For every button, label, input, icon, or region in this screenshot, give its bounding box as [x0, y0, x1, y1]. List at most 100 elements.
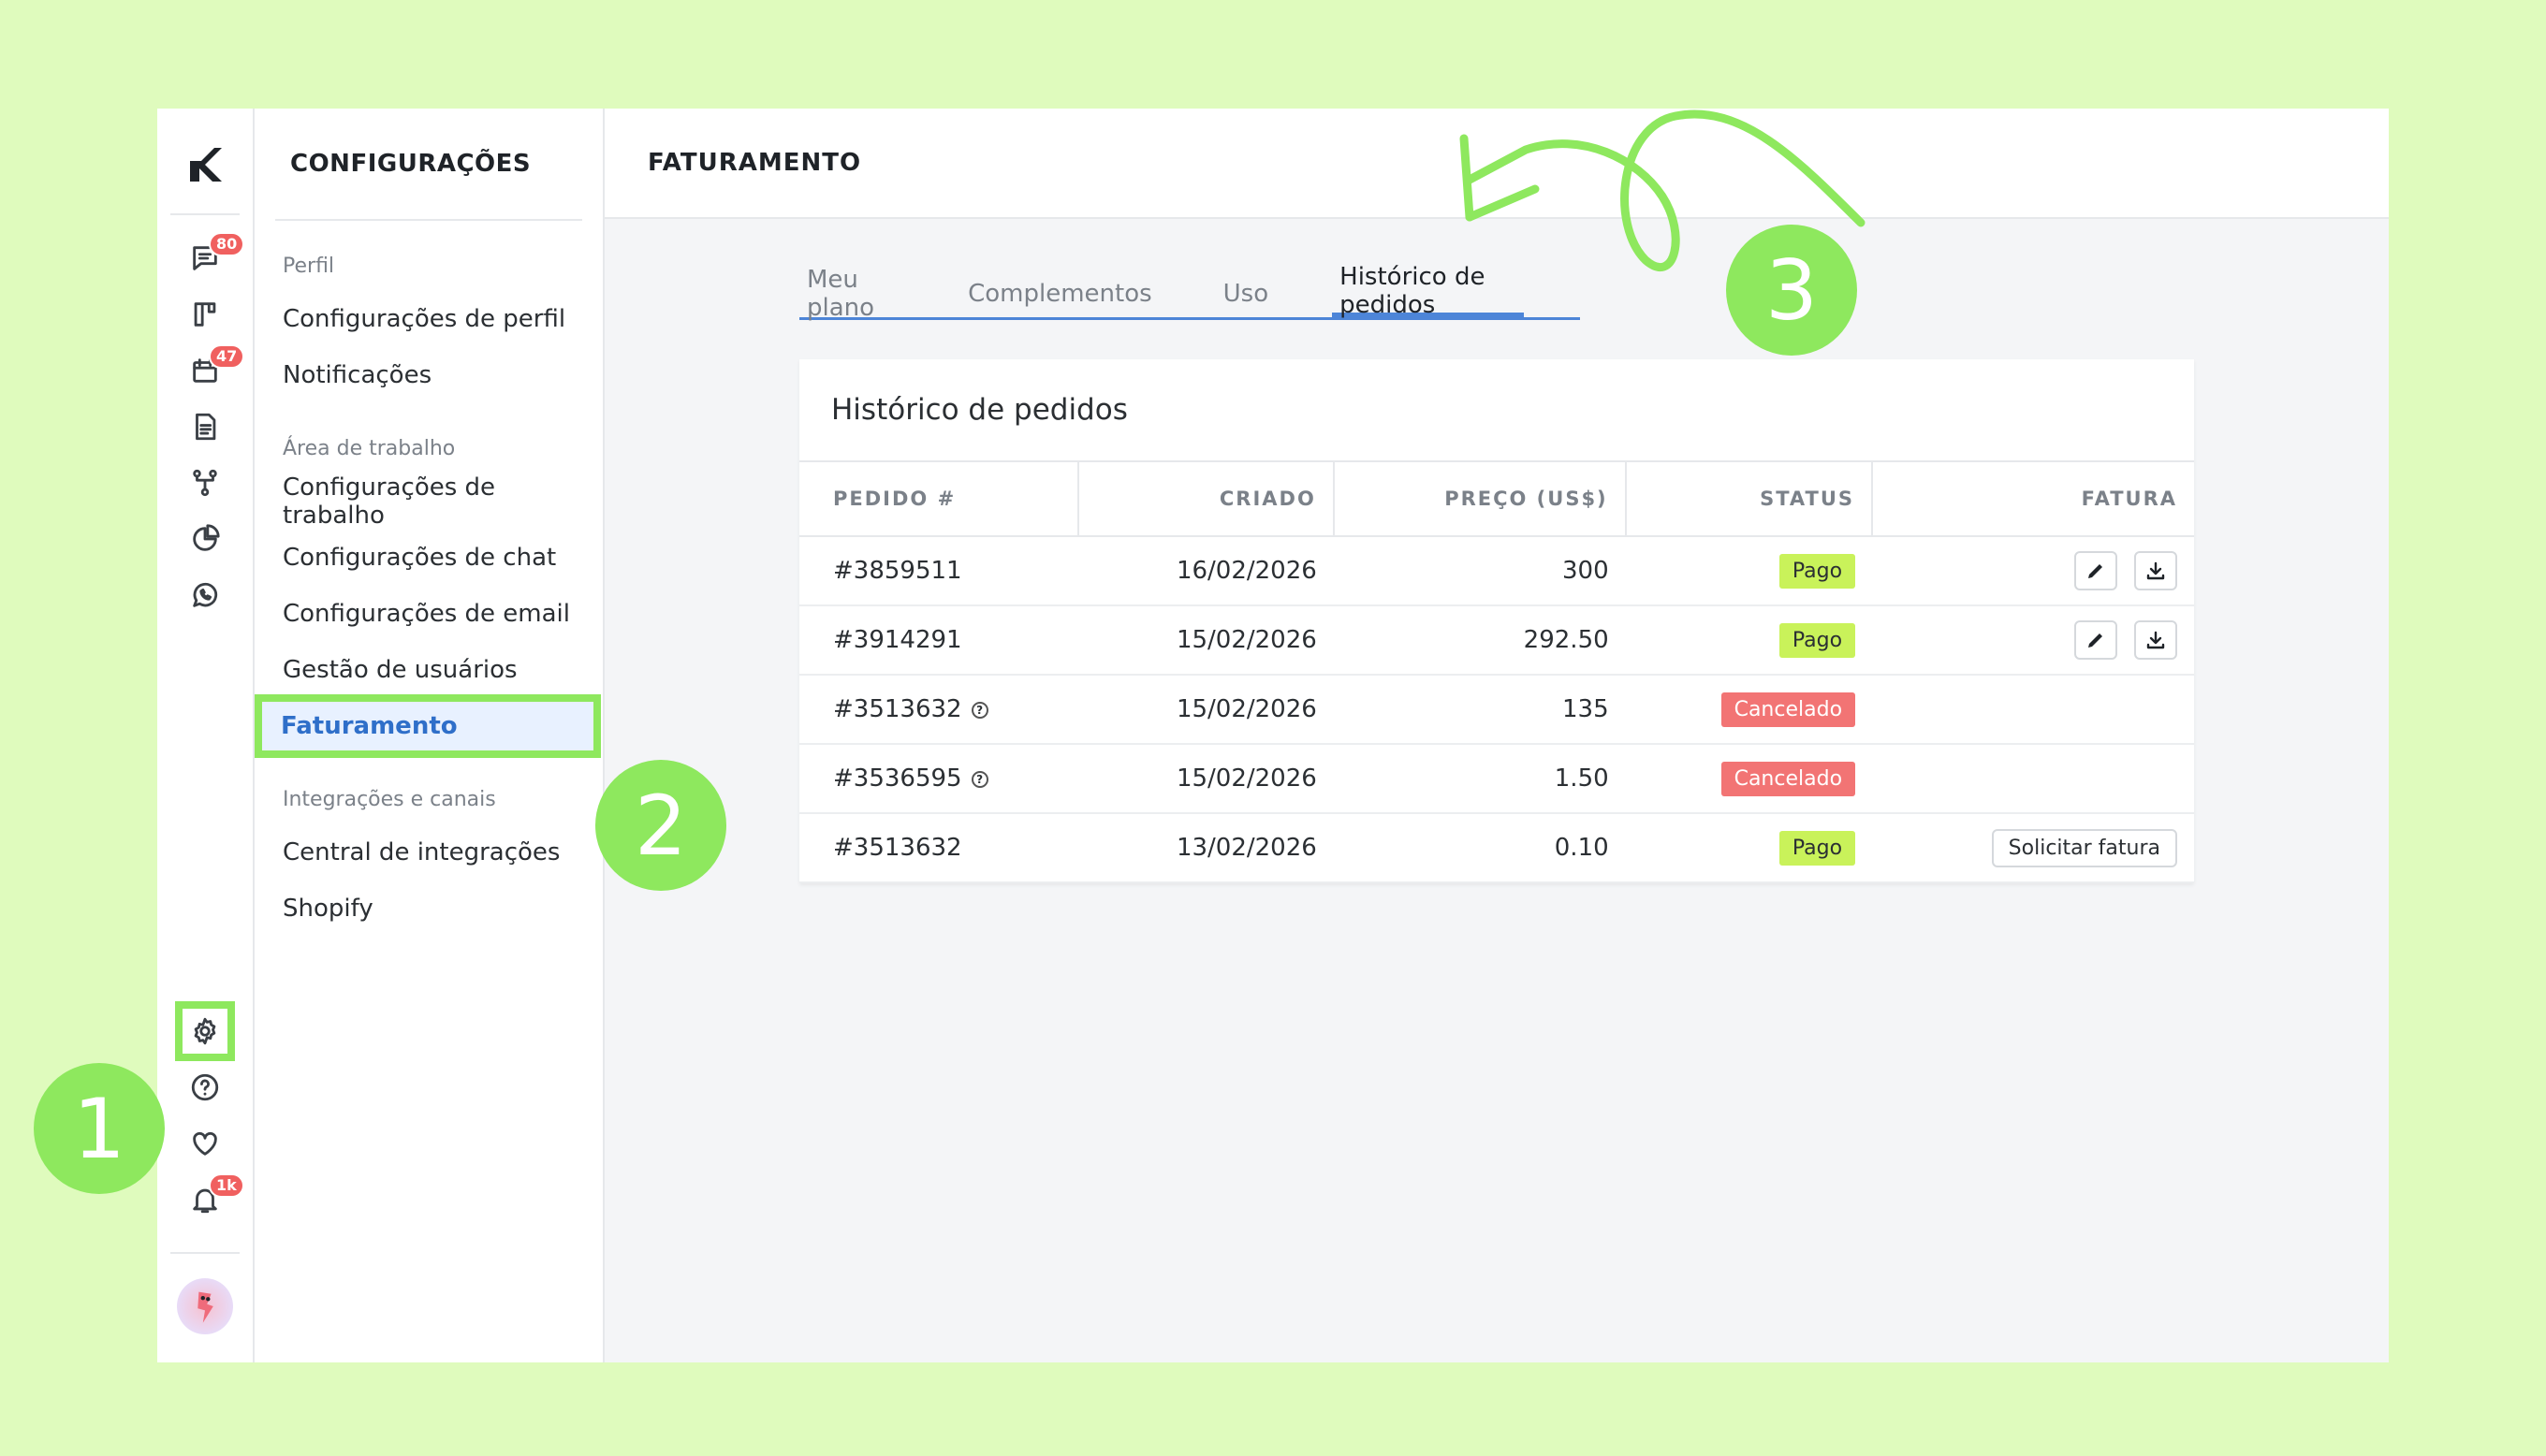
menu-item-integrations-hub[interactable]: Central de integrações — [283, 824, 603, 881]
menu-item-email-settings[interactable]: Configurações de email — [283, 586, 603, 642]
settings-menu-title: CONFIGURAÇÕES — [290, 150, 532, 178]
pencil-icon — [2087, 633, 2102, 648]
pie-chart-icon — [193, 524, 220, 551]
table-row: #3914291 15/02/2026 292.50 Pago — [799, 605, 2194, 676]
table-row: #3859511 16/02/2026 300 Pago — [799, 536, 2194, 606]
workflow-icon — [193, 469, 217, 497]
order-number: #3513632 — [799, 813, 1078, 883]
menu-item-profile-settings[interactable]: Configurações de perfil — [283, 291, 603, 347]
order-number-cell: #3513632? — [799, 675, 1078, 745]
order-history-card: Histórico de pedidos PEDIDO # CRIADO PRE… — [799, 359, 2194, 883]
order-number: #3536595 — [833, 764, 962, 793]
order-created: 16/02/2026 — [1078, 536, 1334, 606]
gear-icon — [194, 1017, 216, 1045]
app-window: 80 47 1k CONFIGURAÇÕES Perfil Configuraç… — [157, 109, 2389, 1362]
menu-divider — [275, 219, 582, 221]
rail-divider-bottom — [170, 1252, 240, 1254]
rail-documents[interactable] — [177, 399, 233, 455]
document-icon — [196, 413, 216, 441]
kanban-icon — [194, 302, 216, 327]
edit-invoice-button[interactable] — [2073, 620, 2117, 660]
orders-table: PEDIDO # CRIADO PREÇO (US$) STATUS FATUR… — [799, 460, 2194, 883]
question-mark-icon[interactable]: ? — [971, 770, 988, 788]
avatar[interactable] — [177, 1278, 233, 1334]
logo-icon[interactable] — [183, 142, 227, 187]
menu-item-shopify[interactable]: Shopify — [283, 881, 603, 937]
invoice-cell — [1872, 675, 2194, 745]
table-row: #3513632? 15/02/2026 135 Cancelado — [799, 675, 2194, 745]
help-icon — [191, 1073, 219, 1101]
status-badge: Cancelado — [1720, 692, 1856, 727]
order-price: 292.50 — [1333, 605, 1626, 676]
menu-item-billing[interactable]: Faturamento — [255, 694, 601, 758]
order-status-cell: Pago — [1625, 536, 1873, 606]
rail-divider — [170, 213, 240, 215]
download-invoice-button[interactable] — [2134, 551, 2177, 590]
invoice-cell: Solicitar fatura — [1872, 813, 2194, 883]
status-badge: Pago — [1778, 830, 1856, 866]
rail-whatsapp[interactable] — [177, 567, 233, 623]
rail-chat[interactable]: 80 — [177, 230, 245, 286]
table-row: #3536595? 15/02/2026 1.50 Cancelado — [799, 744, 2194, 814]
rail-settings[interactable] — [175, 1001, 235, 1061]
download-icon — [2146, 561, 2165, 580]
request-invoice-button[interactable]: Solicitar fatura — [1991, 828, 2177, 867]
tab-usage[interactable]: Uso — [1216, 269, 1276, 317]
menu-group-profile: Perfil Configurações de perfil Notificaç… — [255, 255, 603, 403]
tab-my-plan[interactable]: Meu plano — [799, 266, 904, 322]
rail-bottom: 1k — [157, 1001, 253, 1362]
rail-workflows[interactable] — [177, 455, 233, 511]
icon-rail: 80 47 1k — [157, 109, 255, 1362]
step-marker-2: 2 — [595, 760, 726, 891]
table-row: #3513632 13/02/2026 0.10 Pago Solicitar … — [799, 813, 2194, 883]
question-mark-icon[interactable]: ? — [971, 701, 988, 719]
column-header-order[interactable]: PEDIDO # — [799, 460, 1078, 537]
tab-addons[interactable]: Complementos — [960, 269, 1160, 317]
order-price: 300 — [1333, 536, 1626, 606]
menu-item-user-management[interactable]: Gestão de usuários — [283, 642, 603, 698]
menu-item-notifications[interactable]: Notificações — [283, 347, 603, 403]
rail-reports[interactable] — [177, 511, 233, 567]
order-status-cell: Pago — [1625, 813, 1873, 883]
rail-calendar[interactable]: 47 — [177, 342, 245, 399]
order-created: 15/02/2026 — [1078, 675, 1334, 745]
rail-notifications[interactable]: 1k — [177, 1172, 244, 1228]
order-created: 13/02/2026 — [1078, 813, 1334, 883]
chat-badge: 80 — [209, 232, 245, 256]
status-badge: Cancelado — [1720, 761, 1856, 796]
order-status-cell: Cancelado — [1625, 744, 1873, 814]
curved-arrow-icon — [1459, 109, 1866, 271]
step-marker-1: 1 — [34, 1063, 165, 1194]
column-header-invoice[interactable]: FATURA — [1871, 460, 2194, 537]
order-price: 135 — [1333, 675, 1626, 745]
order-created: 15/02/2026 — [1078, 744, 1334, 814]
column-header-created[interactable]: CRIADO — [1077, 460, 1334, 537]
order-number: #3914291 — [799, 605, 1078, 676]
pencil-icon — [2087, 564, 2102, 578]
heart-icon — [193, 1131, 217, 1156]
column-header-price[interactable]: PREÇO (US$) — [1332, 460, 1626, 537]
main-panel: FATURAMENTO Meu plano Complementos Uso H… — [605, 109, 2389, 1362]
rail-favorites[interactable] — [177, 1115, 233, 1172]
column-header-status[interactable]: STATUS — [1624, 460, 1873, 537]
menu-item-work-settings[interactable]: Configurações de trabalho — [283, 473, 603, 530]
rail-kanban[interactable] — [177, 286, 233, 342]
order-number: #3859511 — [799, 536, 1078, 606]
download-invoice-button[interactable] — [2134, 620, 2177, 660]
order-created: 15/02/2026 — [1078, 605, 1334, 676]
status-badge: Pago — [1778, 553, 1856, 589]
menu-group-workspace: Área de trabalho Configurações de trabal… — [255, 437, 603, 758]
avatar-illustration-icon — [198, 1291, 213, 1323]
edit-invoice-button[interactable] — [2073, 551, 2117, 590]
status-badge: Pago — [1778, 622, 1856, 658]
settings-menu: CONFIGURAÇÕES Perfil Configurações de pe… — [255, 109, 605, 1362]
rail-help[interactable] — [177, 1059, 233, 1115]
whatsapp-icon — [193, 582, 218, 607]
menu-item-chat-settings[interactable]: Configurações de chat — [283, 530, 603, 586]
order-status-cell: Cancelado — [1625, 675, 1873, 745]
order-price: 0.10 — [1333, 813, 1626, 883]
card-title: Histórico de pedidos — [831, 393, 1128, 427]
order-number: #3513632 — [833, 695, 962, 723]
order-number-cell: #3536595? — [799, 744, 1078, 814]
download-icon — [2146, 631, 2165, 649]
